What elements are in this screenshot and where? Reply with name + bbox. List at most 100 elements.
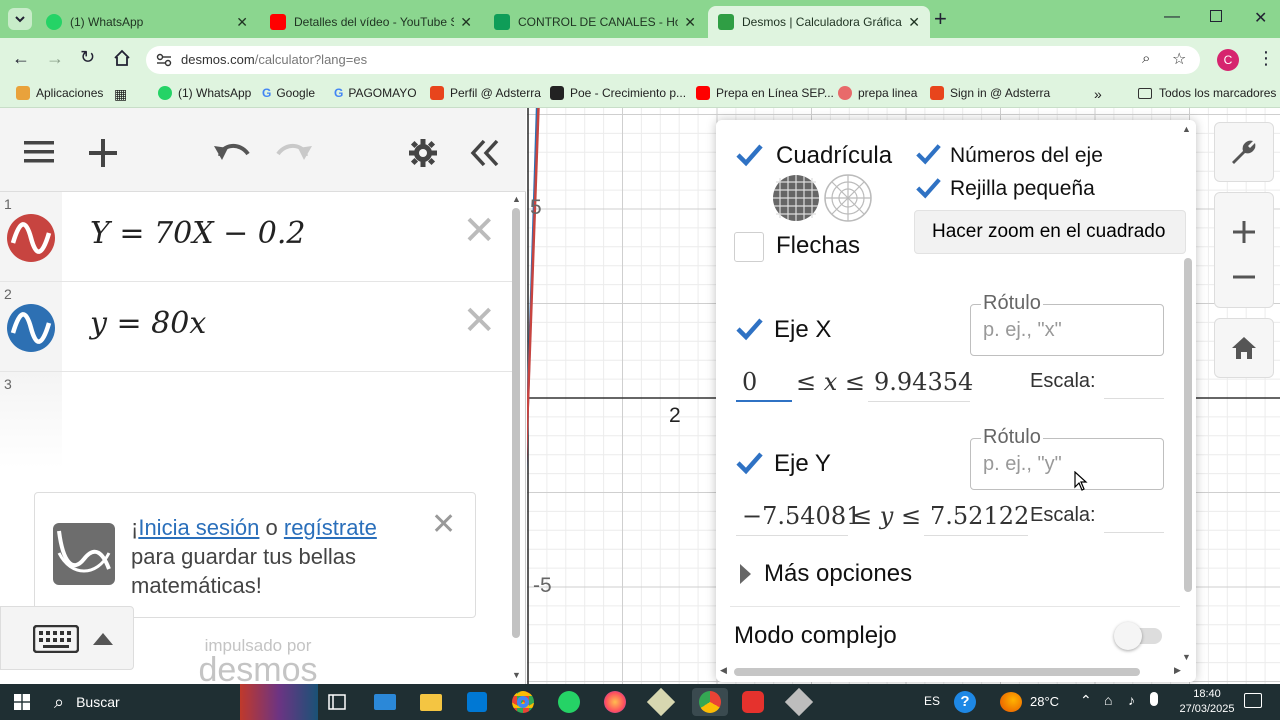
settings-gear-icon[interactable] — [408, 138, 438, 168]
bookmark-poe[interactable]: Poe - Crecimiento p... — [550, 86, 686, 100]
grid-checkbox[interactable] — [734, 140, 764, 170]
complex-mode-toggle[interactable] — [1114, 622, 1162, 650]
close-icon[interactable]: ✕ — [236, 14, 248, 31]
more-options-toggle[interactable]: Más opciones — [738, 560, 912, 588]
y-max-input[interactable]: 7.52122 — [924, 502, 1029, 536]
expression-row[interactable]: 1 Y = 70X − 0.2 ✕ — [0, 192, 512, 282]
x-scale-input[interactable] — [1104, 398, 1164, 399]
search-highlight-image[interactable] — [240, 684, 318, 720]
whatsapp-icon[interactable] — [554, 688, 584, 716]
app-icon[interactable] — [784, 687, 814, 717]
scroll-down-arrow[interactable]: ▼ — [512, 670, 521, 680]
chrome-profile-icon[interactable] — [692, 688, 728, 716]
store-icon[interactable] — [462, 688, 492, 716]
y-axis-checkbox[interactable] — [734, 448, 764, 478]
bookmark-adsterra-signin[interactable]: Sign in @ Adsterra — [930, 86, 1050, 100]
undo-icon[interactable] — [212, 138, 250, 164]
scroll-right-arrow[interactable]: ▶ — [1174, 665, 1181, 676]
tab-sheets[interactable]: CONTROL DE CANALES - Hojas ✕ — [484, 6, 706, 38]
y-scale-input[interactable] — [1104, 532, 1164, 533]
close-icon[interactable]: ✕ — [684, 14, 696, 31]
temperature[interactable]: 28°C — [1030, 694, 1059, 709]
add-expression-icon[interactable] — [88, 138, 118, 168]
file-explorer-icon[interactable] — [416, 688, 446, 716]
register-link[interactable]: regístrate — [284, 515, 377, 540]
bookmark-apps[interactable]: Aplicaciones — [16, 86, 103, 100]
x-axis-checkbox[interactable] — [734, 314, 764, 344]
zoom-icon[interactable]: ⌕ — [1142, 50, 1150, 67]
bookmark-pagomayo[interactable]: G PAGOMAYO — [334, 86, 417, 100]
graph-style-icon[interactable] — [6, 213, 56, 263]
tab-search-button[interactable] — [8, 8, 32, 30]
star-icon[interactable]: ☆ — [1172, 49, 1186, 69]
scroll-left-arrow[interactable]: ◀ — [720, 665, 727, 676]
wps-office-icon[interactable] — [738, 688, 768, 716]
notifications-icon[interactable] — [1244, 693, 1262, 708]
arrows-checkbox[interactable] — [734, 232, 764, 262]
polar-grid-icon[interactable] — [824, 174, 872, 222]
y-axis-label-input[interactable]: Rótulo p. ej., "y" — [970, 426, 1164, 490]
bookmark-prepa-sep[interactable]: Prepa en Línea SEP... — [696, 86, 834, 100]
volume-icon[interactable]: ♪ — [1128, 692, 1135, 708]
forward-icon[interactable]: → — [46, 48, 64, 69]
scroll-up-arrow[interactable]: ▲ — [1182, 124, 1191, 134]
zoom-in-button[interactable] — [1214, 192, 1274, 308]
home-icon[interactable] — [113, 49, 131, 67]
settings-horizontal-scrollbar[interactable] — [734, 668, 1140, 676]
bookmark-adsterra-profile[interactable]: Perfil @ Adsterra — [430, 86, 541, 100]
keypad-toggle-button[interactable] — [0, 606, 134, 670]
site-info-icon[interactable] — [156, 53, 172, 67]
close-window-button[interactable]: ✕ — [1254, 8, 1267, 28]
delete-expression-icon[interactable]: ✕ — [462, 208, 496, 254]
scroll-up-arrow[interactable]: ▲ — [512, 194, 521, 204]
bookmark-grid[interactable]: ▦ — [114, 86, 127, 103]
settings-vertical-scrollbar[interactable] — [1184, 258, 1192, 592]
show-hidden-icons[interactable]: ⌃ — [1080, 692, 1092, 709]
expression-row[interactable]: 2 y = 80x ✕ — [0, 282, 512, 372]
expression-row-empty[interactable]: 3 — [0, 372, 512, 468]
expression-scrollbar[interactable] — [512, 208, 520, 638]
bookmark-whatsapp[interactable]: (1) WhatsApp — [158, 86, 251, 100]
scroll-down-arrow[interactable]: ▼ — [1182, 652, 1191, 662]
minor-grid-checkbox[interactable] — [914, 174, 942, 202]
help-icon[interactable]: ? — [954, 691, 976, 713]
network-icon[interactable]: ⌂ — [1104, 692, 1112, 708]
mic-icon[interactable] — [1150, 692, 1158, 706]
windows-start-icon[interactable] — [14, 694, 30, 710]
minimize-button[interactable]: — — [1164, 8, 1180, 26]
back-icon[interactable]: ← — [12, 48, 30, 69]
clock[interactable]: 18:40 27/03/2025 — [1176, 687, 1238, 717]
tab-whatsapp[interactable]: (1) WhatsApp ✕ — [36, 6, 258, 38]
task-view-icon[interactable] — [322, 688, 352, 716]
tab-desmos[interactable]: Desmos | Calculadora Gráfica ✕ — [708, 6, 930, 38]
expression-math[interactable]: y = 80x — [90, 306, 206, 341]
expression-math[interactable]: Y = 70X − 0.2 — [90, 216, 305, 251]
menu-icon[interactable]: ⋮ — [1257, 48, 1275, 68]
x-axis-label-input[interactable]: Rótulo p. ej., "x" — [970, 292, 1164, 356]
close-signin-icon[interactable]: ✕ — [431, 507, 456, 542]
app-icon[interactable] — [646, 687, 676, 717]
address-bar[interactable]: desmos.com/calculator?lang=es ⌕ ☆ — [146, 46, 1200, 74]
delete-expression-icon[interactable]: ✕ — [462, 298, 496, 344]
graph-settings-button[interactable] — [1214, 122, 1274, 182]
cartesian-grid-icon[interactable] — [772, 174, 820, 222]
bookmark-google[interactable]: G Google — [262, 86, 315, 100]
close-icon[interactable]: ✕ — [460, 14, 472, 31]
language-indicator[interactable]: ES — [924, 694, 940, 708]
firefox-icon[interactable] — [600, 688, 630, 716]
reload-icon[interactable]: ↻ — [80, 47, 95, 68]
mail-icon[interactable] — [370, 688, 400, 716]
new-tab-button[interactable]: + — [934, 6, 947, 32]
y-min-input[interactable]: −7.54081 — [736, 502, 861, 536]
x-min-input[interactable]: 0 — [736, 368, 792, 402]
chrome-icon[interactable] — [508, 688, 538, 716]
redo-icon[interactable] — [276, 138, 314, 164]
restore-button[interactable] — [1210, 10, 1222, 22]
graph-style-icon[interactable] — [6, 303, 56, 353]
more-bookmarks-button[interactable]: » — [1094, 86, 1102, 102]
signin-link[interactable]: Inicia sesión — [138, 515, 259, 540]
taskbar-search[interactable]: ⌕ Buscar — [46, 684, 236, 720]
hamburger-menu-icon[interactable] — [24, 140, 54, 164]
x-max-input[interactable]: 9.94354 — [868, 368, 973, 402]
bookmark-prepa-linea[interactable]: prepa linea — [838, 86, 917, 100]
